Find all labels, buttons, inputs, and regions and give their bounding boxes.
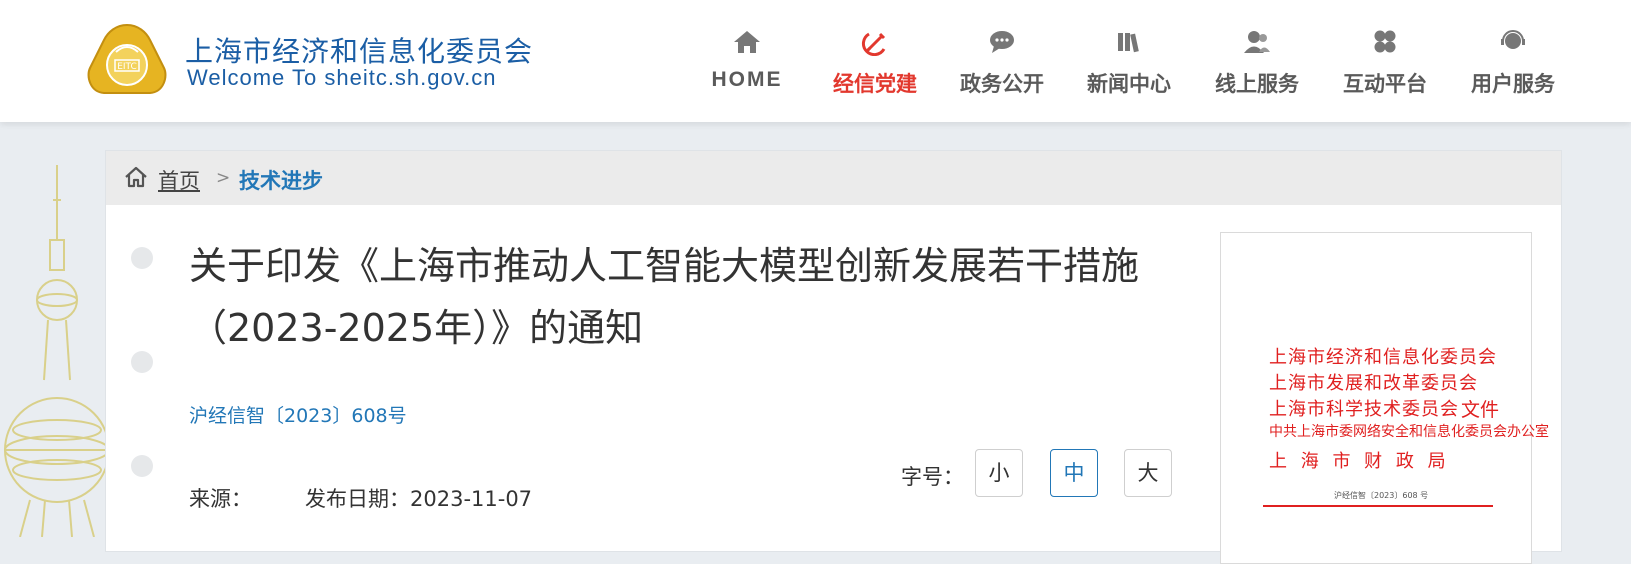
home-icon (687, 28, 807, 60)
issuer-line: 中共上海市委网络安全和信息化委员会办公室 (1269, 424, 1549, 440)
nav-label: 政务公开 (960, 72, 1044, 96)
nav-label: 线上服务 (1215, 72, 1299, 96)
issuer-line: 上海市发展和改革委员会 (1269, 373, 1478, 394)
issuer-line: 上海市科学技术委员会 (1269, 399, 1459, 420)
nav-label: 经信党建 (833, 72, 917, 96)
nav-item-online-service[interactable]: 线上服务 (1197, 28, 1317, 98)
document-number: 沪经信智〔2023〕608号 (189, 405, 407, 427)
article-card: 首页 > 技术进步 关于印发《上海市推动人工智能大模型创新发展若干措施（2023… (105, 150, 1562, 564)
books-icon (1069, 28, 1189, 60)
publish-date: 发布日期：2023-11-07 (305, 483, 532, 513)
breadcrumb-current[interactable]: 技术进步 (239, 165, 323, 195)
date-value: 2023-11-07 (410, 487, 533, 511)
file-label: 文件 (1461, 399, 1500, 421)
emblem-icon: EITC (87, 23, 167, 94)
document-thumbnail[interactable]: 上海市经济和信息化委员会 上海市发展和改革委员会 上海市科学技术委员会 文件 中… (1220, 232, 1549, 564)
tower-illustration (0, 140, 110, 538)
party-emblem-icon (815, 28, 935, 60)
font-size-label: 字号： (901, 465, 964, 489)
site-subtitle: Welcome To sheitc.sh.gov.cn (187, 65, 497, 90)
source-label: 来源： (189, 487, 252, 511)
site-header: EITC 上海市经济和信息化委员会 Welcome To sheitc.sh.g… (0, 0, 1631, 122)
chat-bubble-icon (942, 28, 1062, 60)
home-outline-icon (125, 166, 147, 188)
site-title: 上海市经济和信息化委员会 (185, 35, 534, 68)
font-size-large-button[interactable]: 大 (1124, 449, 1172, 497)
breadcrumb-home-link[interactable]: 首页 (158, 165, 200, 195)
nav-label: 用户服务 (1471, 72, 1555, 96)
clover-icon (1325, 28, 1445, 60)
nav-label: 新闻中心 (1087, 72, 1171, 96)
decorative-dot (131, 247, 153, 269)
site-logo-emblem[interactable]: EITC (86, 22, 168, 96)
nav-item-news-center[interactable]: 新闻中心 (1069, 28, 1189, 98)
article-title: 关于印发《上海市推动人工智能大模型创新发展若干措施（2023-2025年）》的通… (189, 244, 1140, 350)
users-icon (1197, 28, 1317, 60)
red-rule (1263, 505, 1493, 507)
nav-item-interaction-platform[interactable]: 互动平台 (1325, 28, 1445, 98)
font-size-small-button[interactable]: 小 (975, 449, 1023, 497)
decorative-dot (131, 351, 153, 373)
user-service-icon (1453, 28, 1573, 60)
breadcrumb-separator: > (216, 168, 231, 188)
thumbnail-doc-number: 沪经信智〔2023〕608 号 (1334, 491, 1429, 500)
nav-item-government-affairs[interactable]: 政务公开 (942, 28, 1062, 98)
date-label: 发布日期： (305, 487, 410, 511)
nav-item-home[interactable]: HOME (687, 28, 807, 92)
breadcrumb: 首页 > 技术进步 (106, 151, 1561, 205)
decorative-dot (131, 455, 153, 477)
font-size-medium-button[interactable]: 中 (1050, 449, 1098, 497)
nav-label: 互动平台 (1343, 72, 1427, 96)
nav-item-user-service[interactable]: 用户服务 (1453, 28, 1573, 98)
nav-item-party-building[interactable]: 经信党建 (815, 28, 935, 98)
nav-label: HOME (711, 68, 783, 91)
issuer-line: 上 海 市 财 政 局 (1269, 451, 1450, 472)
issuer-line: 上海市经济和信息化委员会 (1269, 347, 1497, 368)
svg-text:EITC: EITC (117, 62, 137, 72)
